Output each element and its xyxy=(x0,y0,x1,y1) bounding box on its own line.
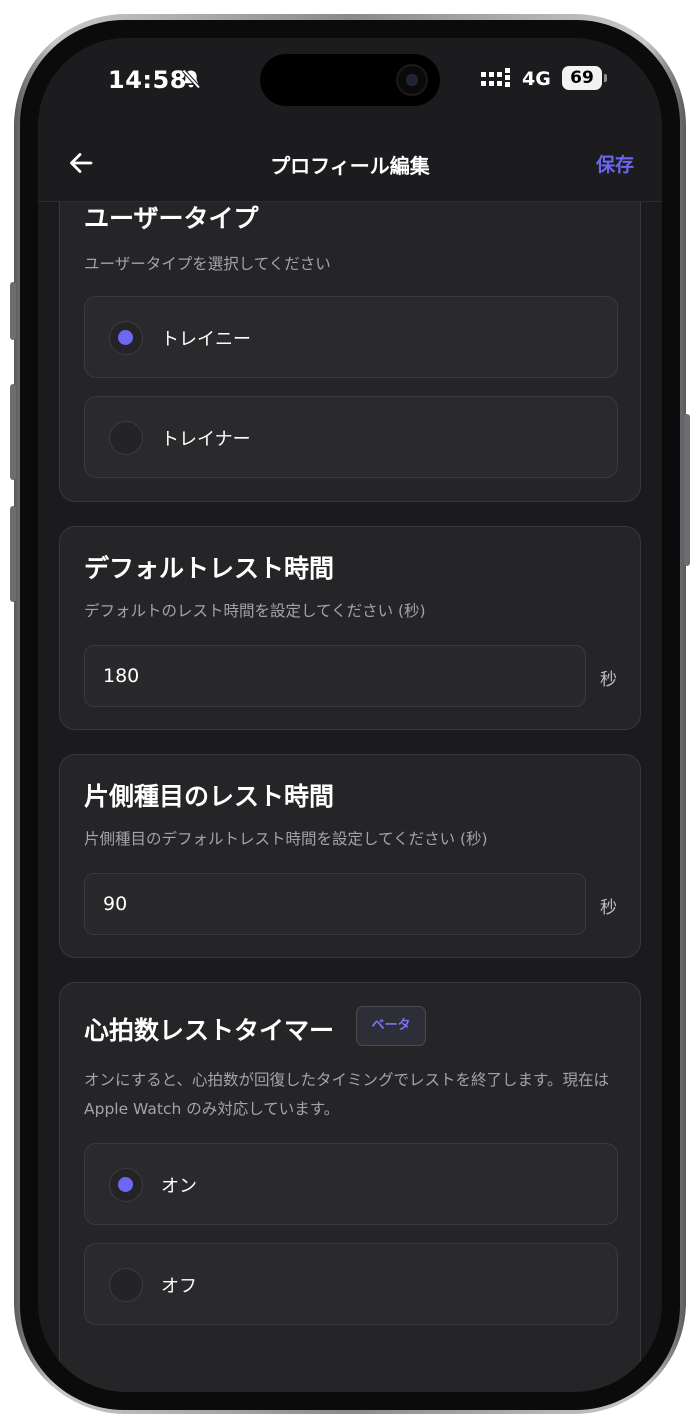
unilateral-rest-description: 片側種目のデフォルトレスト時間を設定してください (秒) xyxy=(84,830,488,848)
user-type-description: ユーザータイプを選択してください xyxy=(84,255,331,273)
radio-off[interactable] xyxy=(109,1268,143,1302)
option-on[interactable]: オン xyxy=(84,1143,618,1225)
hr-timer-description: オンにすると、心拍数が回復したタイミングでレストを終了します。現在は Apple… xyxy=(84,1071,609,1118)
action-button xyxy=(10,282,16,340)
user-type-title: ユーザータイプ xyxy=(84,204,259,233)
status-time: 14:58 xyxy=(108,66,187,94)
battery-indicator: 69 xyxy=(562,66,607,90)
unilateral-rest-card: 片側種目のレスト時間 片側種目のデフォルトレスト時間を設定してください (秒) … xyxy=(59,754,641,958)
option-on-label: オン xyxy=(161,1176,197,1197)
option-trainee-label: トレイニー xyxy=(161,329,251,350)
hr-timer-title: 心拍数レストタイマー xyxy=(84,1016,335,1045)
default-rest-card: デフォルトレスト時間 デフォルトのレスト時間を設定してください (秒) 180 … xyxy=(59,526,641,730)
save-button[interactable]: 保存 xyxy=(596,150,634,177)
camera-lens xyxy=(396,64,428,96)
default-rest-unit: 秒 xyxy=(600,670,617,690)
status-bar: 14:58 4G 69 xyxy=(38,38,662,128)
bell-slash-icon xyxy=(182,69,201,89)
option-off-label: オフ xyxy=(161,1276,197,1297)
unilateral-rest-unit: 秒 xyxy=(600,898,617,918)
user-type-card: ユーザータイプ ユーザータイプを選択してください トレイニー トレイナー xyxy=(59,202,641,502)
option-trainer[interactable]: トレイナー xyxy=(84,396,618,478)
unilateral-rest-input[interactable]: 90 xyxy=(84,873,586,935)
page-title: プロフィール編集 xyxy=(270,154,430,178)
network-type: 4G xyxy=(522,68,551,90)
beta-badge: ベータ xyxy=(356,1006,426,1046)
default-rest-title: デフォルトレスト時間 xyxy=(84,554,335,583)
nav-header: プロフィール編集 保存 xyxy=(38,128,662,202)
option-off[interactable]: オフ xyxy=(84,1243,618,1325)
cellular-signal-icon xyxy=(481,68,510,87)
unilateral-rest-title: 片側種目のレスト時間 xyxy=(84,782,335,811)
volume-down-button xyxy=(10,506,16,602)
hr-timer-card: 心拍数レストタイマー ベータ オンにすると、心拍数が回復したタイミングでレストを… xyxy=(59,982,641,1392)
radio-trainer[interactable] xyxy=(109,421,143,455)
power-button xyxy=(684,414,690,566)
volume-up-button xyxy=(10,384,16,480)
screen: 14:58 4G 69 プロフィール編集 保存 ユーザータイプ ユーザータイプを… xyxy=(38,38,662,1392)
option-trainee[interactable]: トレイニー xyxy=(84,296,618,378)
radio-trainee[interactable] xyxy=(109,321,143,355)
default-rest-input[interactable]: 180 xyxy=(84,645,586,707)
scroll-content[interactable]: ユーザータイプ ユーザータイプを選択してください トレイニー トレイナー デフォ… xyxy=(38,202,662,1392)
default-rest-description: デフォルトのレスト時間を設定してください (秒) xyxy=(84,602,426,620)
radio-on[interactable] xyxy=(109,1168,143,1202)
option-trainer-label: トレイナー xyxy=(161,429,251,450)
